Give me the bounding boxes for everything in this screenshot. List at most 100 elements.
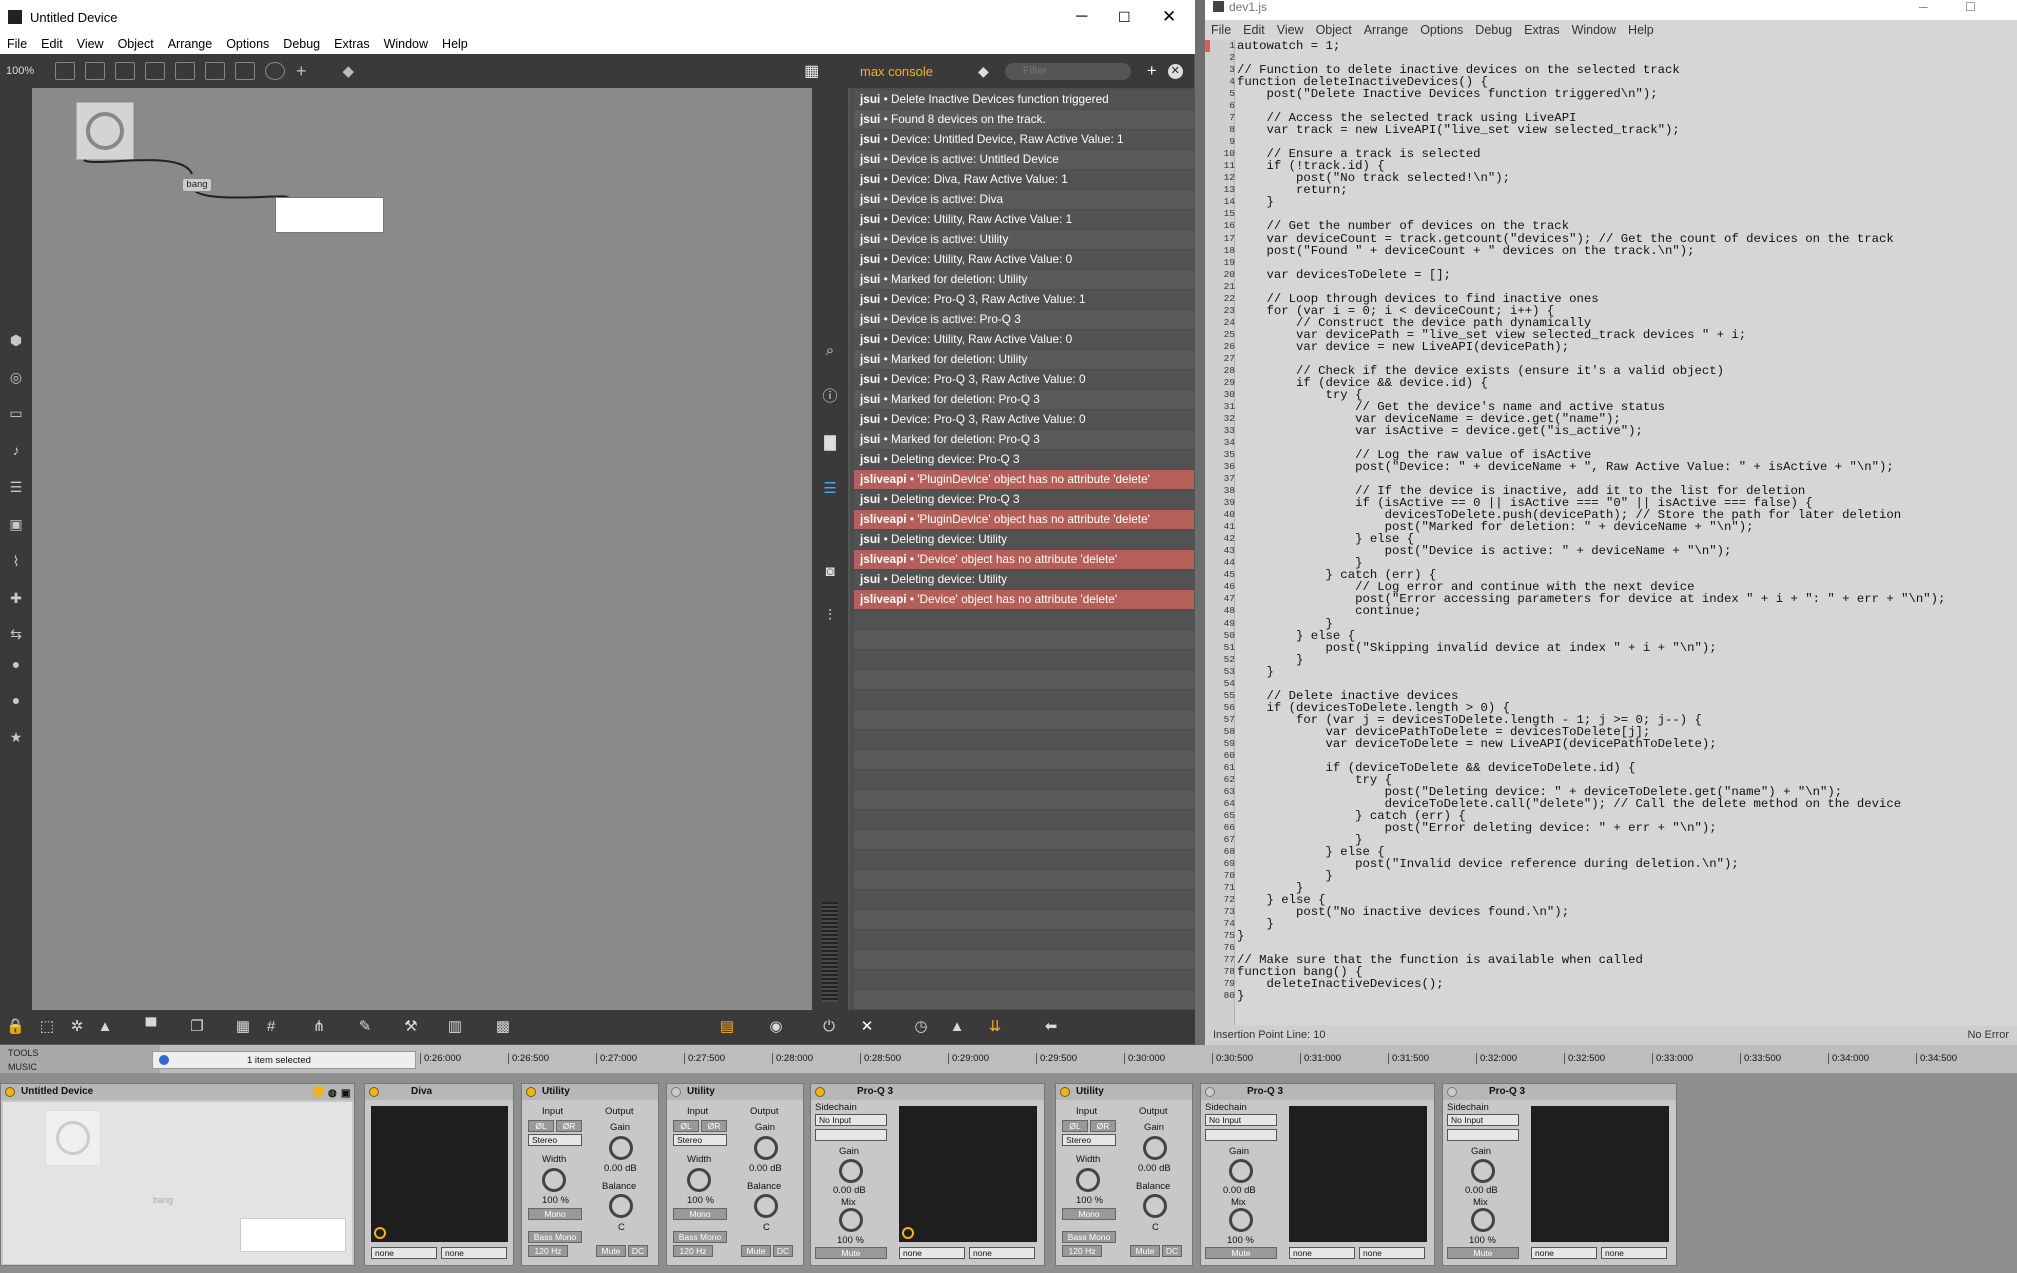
channel-mode-select[interactable]: Stereo bbox=[528, 1134, 582, 1146]
mono-button[interactable]: Mono bbox=[1062, 1208, 1116, 1220]
dc-button[interactable]: DC bbox=[1162, 1245, 1182, 1257]
puzzle-icon[interactable]: ✚ bbox=[8, 590, 24, 606]
phase-left-button[interactable]: ØL bbox=[673, 1120, 699, 1132]
menu-help[interactable]: Help bbox=[1622, 23, 1660, 37]
width-knob[interactable] bbox=[687, 1168, 711, 1192]
device-proq[interactable]: Pro-Q 3 Sidechain No Input Gain 0.00 dB Mix 10… bbox=[1442, 1083, 1677, 1266]
playlist-icon[interactable]: ☰ bbox=[8, 479, 24, 495]
palette-icon[interactable]: ✲ bbox=[68, 1018, 86, 1036]
console-row[interactable]: jsui • Device: Diva, Raw Active Value: 1 bbox=[854, 170, 1194, 189]
debug-icon[interactable]: ✎ bbox=[356, 1018, 374, 1036]
power-icon[interactable]: ⏻ bbox=[820, 1018, 838, 1036]
mute-button[interactable]: Mute bbox=[741, 1245, 771, 1257]
menu-arrange[interactable]: Arrange bbox=[1358, 23, 1414, 37]
console-row[interactable]: jsui • Device: Utility, Raw Active Value… bbox=[854, 250, 1194, 269]
device-on-led[interactable] bbox=[1447, 1087, 1457, 1097]
device-proq[interactable]: Pro-Q 3 Sidechain No Input Gain 0.00 dB Mix 10… bbox=[1200, 1083, 1435, 1266]
sidechain-channel-select[interactable] bbox=[1447, 1129, 1519, 1141]
device-untitled[interactable]: Untitled Device ◍ ▣ bang bbox=[0, 1083, 355, 1266]
plugin-screen[interactable] bbox=[1531, 1106, 1669, 1242]
console-row[interactable]: jsui • Found 8 devices on the track. bbox=[854, 110, 1194, 129]
gain-knob[interactable] bbox=[839, 1159, 863, 1183]
console-row[interactable]: jsui • Device: Pro-Q 3, Raw Active Value… bbox=[854, 290, 1194, 309]
console-list-icon[interactable]: ☰ bbox=[821, 480, 839, 498]
bang-message-box[interactable]: bang bbox=[182, 178, 212, 192]
menu-window[interactable]: Window bbox=[1566, 23, 1622, 37]
width-knob[interactable] bbox=[542, 1168, 566, 1192]
v-badge-icon[interactable]: ● bbox=[8, 656, 24, 672]
alert-icon[interactable]: ▲ bbox=[948, 1018, 966, 1036]
arrangement-timeline[interactable]: TOOLS MUSIC 1 item selected 0:26:000 0:26… bbox=[0, 1045, 2017, 1073]
sidechain-input-select[interactable]: No Input bbox=[815, 1114, 887, 1126]
align-icon[interactable]: ▦ bbox=[234, 1018, 252, 1036]
menu-view[interactable]: View bbox=[70, 37, 111, 51]
device-on-led[interactable] bbox=[1205, 1087, 1215, 1097]
book-icon[interactable]: ▇ bbox=[821, 434, 839, 452]
device-on-led[interactable] bbox=[5, 1087, 15, 1097]
console-row[interactable]: jsliveapi • 'Device' object has no attri… bbox=[854, 550, 1194, 569]
mono-button[interactable]: Mono bbox=[673, 1208, 727, 1220]
radio-icon[interactable]: ◎ bbox=[8, 369, 24, 385]
gain-knob[interactable] bbox=[1471, 1159, 1495, 1183]
console-row[interactable]: jsui • Device is active: Untitled Device bbox=[854, 150, 1194, 169]
close-box-icon[interactable] bbox=[145, 62, 165, 80]
menu-view[interactable]: View bbox=[1271, 23, 1310, 37]
gain-knob[interactable] bbox=[609, 1136, 633, 1160]
search-icon[interactable]: ⌕ bbox=[821, 342, 839, 360]
phase-right-button[interactable]: ØR bbox=[701, 1120, 727, 1132]
image-icon[interactable]: ▣ bbox=[8, 516, 24, 532]
target-icon[interactable] bbox=[175, 62, 195, 80]
midi-select[interactable]: none bbox=[1359, 1247, 1425, 1259]
mute-button[interactable]: Mute bbox=[815, 1247, 887, 1259]
phase-left-button[interactable]: ØL bbox=[1062, 1120, 1088, 1132]
clear-x-icon[interactable]: ✕ bbox=[858, 1018, 876, 1036]
gain-knob[interactable] bbox=[754, 1136, 778, 1160]
layers-icon[interactable]: ❐ bbox=[188, 1018, 206, 1036]
paint-icon[interactable]: ◆ bbox=[343, 62, 355, 80]
dc-button[interactable]: DC bbox=[628, 1245, 648, 1257]
console-row[interactable]: jsui • Deleting device: Pro-Q 3 bbox=[854, 450, 1194, 469]
maximize-icon[interactable]: ☐ bbox=[1118, 9, 1131, 26]
bass-freq-field[interactable]: 120 Hz bbox=[1062, 1245, 1102, 1257]
menu-file[interactable]: File bbox=[1205, 23, 1237, 37]
channel-mode-select[interactable]: Stereo bbox=[673, 1134, 727, 1146]
menu-debug[interactable]: Debug bbox=[276, 37, 327, 51]
transport-icon[interactable]: ◉ bbox=[767, 1018, 785, 1036]
edit-device-icon[interactable] bbox=[313, 1086, 324, 1097]
console-row[interactable]: jsui • Marked for deletion: Utility bbox=[854, 270, 1194, 289]
folder-icon[interactable]: ▭ bbox=[8, 405, 24, 421]
tree-icon[interactable]: ⋔ bbox=[310, 1018, 328, 1036]
minimize-icon[interactable]: ─ bbox=[1076, 8, 1087, 26]
console-row[interactable]: jsui • Device is active: Diva bbox=[854, 190, 1194, 209]
mute-button[interactable]: Mute bbox=[1205, 1247, 1277, 1259]
package-icon[interactable]: ⬢ bbox=[8, 332, 24, 348]
music-note-icon[interactable]: ♪ bbox=[8, 442, 24, 458]
keyboard-icon[interactable]: ▥ bbox=[446, 1018, 464, 1036]
patcher-canvas[interactable]: bang bbox=[32, 88, 812, 1010]
lock-icon[interactable]: 🔒 bbox=[6, 1018, 25, 1036]
midi-select[interactable]: none bbox=[1289, 1247, 1355, 1259]
jsui-object[interactable] bbox=[275, 197, 384, 233]
history-icon[interactable]: ◷ bbox=[912, 1018, 930, 1036]
midi-select[interactable]: none bbox=[969, 1247, 1035, 1259]
bass-mono-button[interactable]: Bass Mono bbox=[1062, 1231, 1116, 1243]
console-row[interactable]: jsui • Device is active: Pro-Q 3 bbox=[854, 310, 1194, 329]
camera-icon[interactable]: ◙ bbox=[821, 563, 839, 581]
menu-extras[interactable]: Extras bbox=[327, 37, 376, 51]
fold-icon[interactable]: ▣ bbox=[341, 1086, 350, 1102]
plugin-screen[interactable] bbox=[899, 1106, 1037, 1242]
mute-button[interactable]: Mute bbox=[1130, 1245, 1160, 1257]
midi-select[interactable]: none bbox=[371, 1247, 437, 1259]
save-icon[interactable]: ◍ bbox=[328, 1086, 337, 1102]
console-row[interactable]: jsliveapi • 'PluginDevice' object has no… bbox=[854, 470, 1194, 489]
loop-icon[interactable]: ⇆ bbox=[8, 626, 24, 642]
browser-item[interactable]: TOOLS bbox=[8, 1048, 38, 1058]
sidechain-input-select[interactable]: No Input bbox=[1447, 1114, 1519, 1126]
mix-knob[interactable] bbox=[839, 1208, 863, 1232]
editor-maximize-icon[interactable]: ☐ bbox=[1965, 0, 1976, 14]
mute-button[interactable]: Mute bbox=[596, 1245, 626, 1257]
p-badge-icon[interactable]: ● bbox=[8, 692, 24, 708]
mono-button[interactable]: Mono bbox=[528, 1208, 582, 1220]
mix-knob[interactable] bbox=[1471, 1208, 1495, 1232]
device-utility[interactable]: Utility Input Output ØL ØR Stereo Width 100 % Mo… bbox=[1055, 1083, 1193, 1266]
